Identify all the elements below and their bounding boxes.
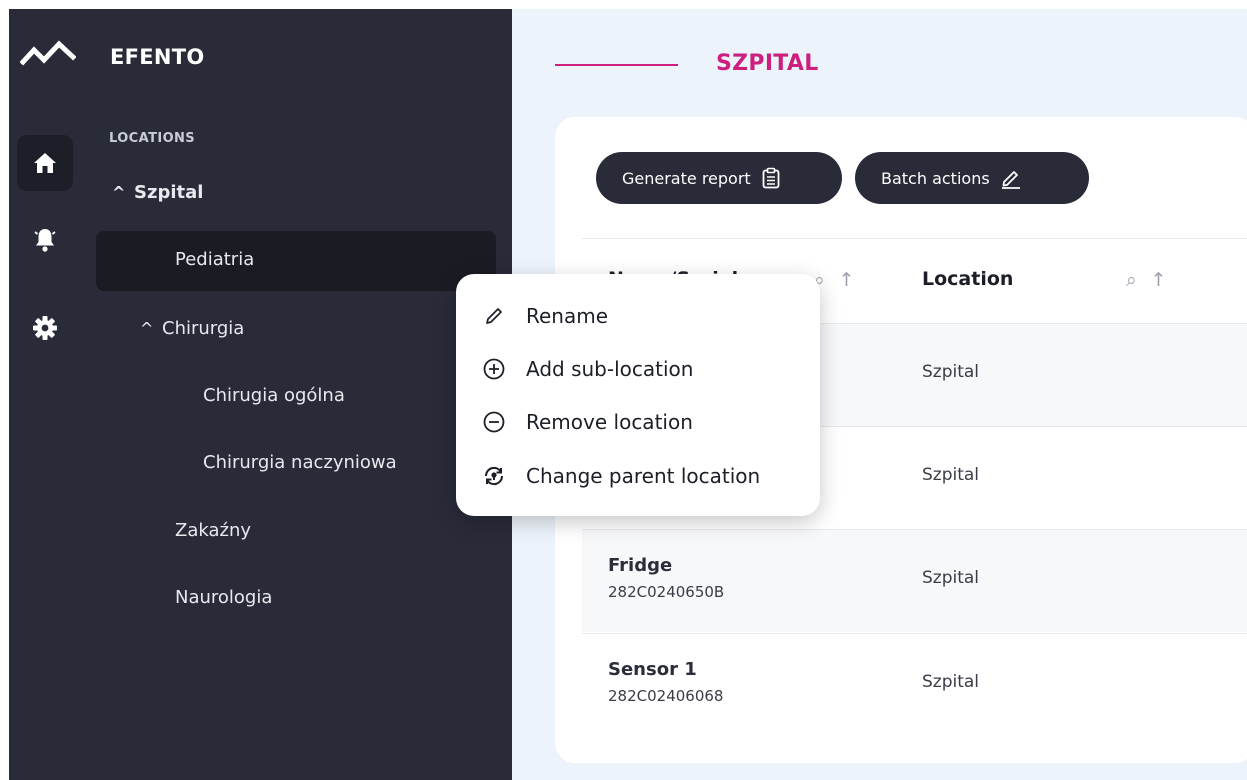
brand-name: EFENTO [110,45,205,69]
sort-arrow-up-icon[interactable]: ↑ [1151,269,1167,291]
generate-report-label: Generate report [622,168,751,188]
clipboard-icon [762,167,780,189]
tree-item-naurologia[interactable]: Naurologia [175,587,272,608]
logo-icon [20,40,76,66]
tree-item-pediatria[interactable]: Pediatria [175,249,254,270]
tree-item-label: Chirurgia [162,318,245,339]
title-accent-line [555,64,678,66]
name-column-tools: ⌕ ↑ [814,269,855,291]
row-serial: 282C0240650B [608,583,725,601]
search-icon[interactable]: ⌕ [1126,269,1137,291]
chevron-up-icon[interactable]: ^ [140,319,162,338]
menu-item-add-sub-location[interactable]: Add sub-location [480,355,693,383]
location-column-tools: ⌕ ↑ [1126,269,1167,291]
menu-item-remove-location[interactable]: Remove location [480,408,693,436]
row-location: Szpital [922,362,980,382]
row-location: Szpital [922,672,980,692]
nav-settings-button[interactable] [17,300,73,356]
row-name: Fridge [608,555,673,576]
bell-icon [34,229,56,252]
menu-item-label: Remove location [526,410,693,434]
tree-item-label: Zakaźny [175,520,252,541]
menu-item-change-parent-location[interactable]: Change parent location [480,462,760,490]
row-name: Sensor 1 [608,659,697,680]
batch-actions-button[interactable]: Batch actions [855,152,1089,204]
tree-item-chirugia-ogolna[interactable]: Chirugia ogólna [203,385,345,406]
location-context-menu: Rename Add sub-location Remove location [456,274,820,516]
pencil-icon [1001,171,1020,189]
locations-heading: LOCATIONS [109,131,196,146]
nav-alarms-button[interactable] [17,212,73,268]
row-location: Szpital [922,568,980,588]
plus-circle-icon [483,358,505,380]
batch-actions-label: Batch actions [881,168,990,188]
table-row[interactable]: Sensor 1 282C02406068 Szpital [582,633,1247,736]
tree-item-label: Naurologia [175,587,273,608]
nav-home-button[interactable] [17,135,73,191]
pencil-icon [486,308,502,324]
tree-item-szpital[interactable]: ^ Szpital [112,182,203,203]
row-serial: 282C02406068 [608,687,724,705]
tree-item-label: Pediatria [175,249,255,270]
page-title: SZPITAL [716,51,819,76]
tree-item-selected-highlight [96,231,496,291]
table-row[interactable]: Fridge 282C0240650B Szpital [582,529,1247,632]
tree-item-label: Chirugia ogólna [203,385,345,406]
gear-icon [33,316,57,340]
menu-item-label: Add sub-location [526,357,694,381]
menu-item-rename[interactable]: Rename [480,302,608,330]
menu-item-label: Change parent location [526,464,761,488]
row-location: Szpital [922,465,980,485]
tree-item-label: Szpital [134,182,204,203]
chevron-up-icon[interactable]: ^ [112,183,134,202]
menu-item-label: Rename [526,304,609,328]
location-sync-icon [484,466,504,486]
home-icon [34,153,56,173]
sort-arrow-up-icon[interactable]: ↑ [839,269,855,291]
tree-item-zakazny[interactable]: Zakaźny [175,520,251,541]
tree-item-chirurgia[interactable]: ^ Chirurgia [140,318,244,339]
column-header-location[interactable]: Location [922,268,1013,290]
minus-circle-icon [483,411,505,433]
tree-item-chirurgia-naczyniowa[interactable]: Chirurgia naczyniowa [203,452,397,473]
generate-report-button[interactable]: Generate report [596,152,842,204]
tree-item-label: Chirurgia naczyniowa [203,452,397,473]
